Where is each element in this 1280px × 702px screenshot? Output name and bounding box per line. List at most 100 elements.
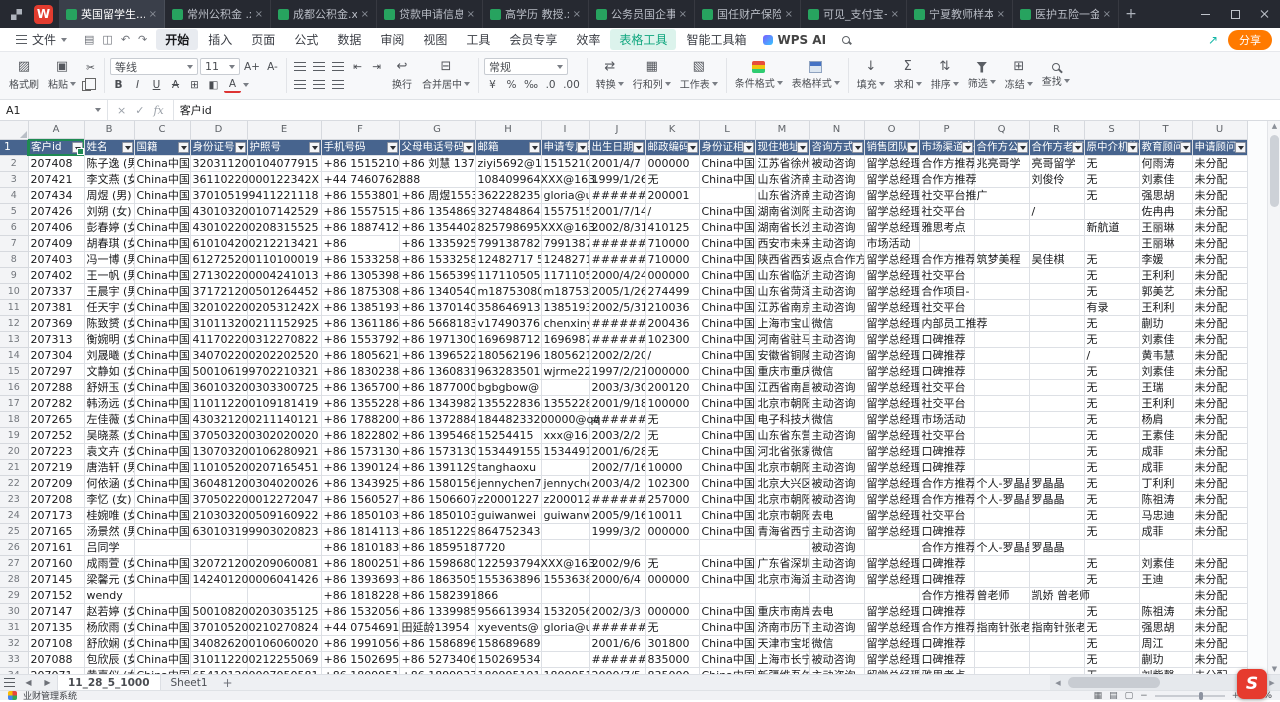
cell[interactable]: 未分配 — [1192, 460, 1247, 476]
filter-dropdown-icon[interactable] — [797, 142, 808, 153]
cell[interactable]: 未分配 — [1192, 524, 1247, 540]
cell[interactable]: 江苏省南京 — [755, 300, 809, 316]
cell[interactable]: 835000 — [645, 652, 699, 668]
cell[interactable]: 207147 — [28, 604, 84, 620]
cell[interactable]: 130703200106280921 — [190, 444, 247, 460]
cell[interactable]: 2001/6/6 — [589, 636, 645, 652]
cell[interactable]: 江西省南昌 — [755, 380, 809, 396]
cell[interactable] — [974, 364, 1029, 380]
cell[interactable]: 340826200106060020 — [190, 636, 247, 652]
cell[interactable]: 罗晶晶 — [1029, 476, 1084, 492]
search-button[interactable] — [834, 33, 858, 47]
cell[interactable]: 山东省东营 — [755, 428, 809, 444]
menu-item[interactable]: 效率 — [567, 29, 609, 50]
cell[interactable]: China中国 — [134, 620, 190, 636]
cell[interactable]: 无 — [1084, 604, 1139, 620]
file-menu-button[interactable]: 文件 — [8, 31, 75, 48]
cell[interactable]: 未分配 — [1192, 316, 1247, 332]
freeze-button[interactable]: ⊞冻结 — [1002, 59, 1036, 92]
cell[interactable] — [974, 300, 1029, 316]
cell[interactable] — [755, 588, 809, 604]
cell[interactable]: / — [1029, 204, 1084, 220]
cell[interactable]: 河南省驻马店 — [755, 332, 809, 348]
row-number[interactable]: 33 — [0, 652, 28, 668]
cell[interactable]: 207402 — [28, 268, 84, 284]
cell[interactable]: 207135 — [28, 620, 84, 636]
fill-button[interactable]: ↓填充 — [854, 59, 888, 92]
menu-item[interactable]: 公式 — [285, 29, 327, 50]
cell[interactable]: +86 1971300890 — [399, 332, 475, 348]
file-tab[interactable]: 可见_支付宝+滴滴...× — [801, 0, 907, 28]
cell[interactable]: 155363896 — [541, 572, 589, 588]
italic-button[interactable]: I — [129, 77, 146, 93]
cell[interactable]: 留学总经理 — [864, 220, 919, 236]
cell[interactable]: 无 — [645, 620, 699, 636]
cell[interactable]: 207304 — [28, 348, 84, 364]
cell[interactable]: ####### — [589, 652, 645, 668]
cell[interactable]: xxx@163.c — [541, 428, 589, 444]
sort-button[interactable]: ⇅排序 — [928, 59, 962, 92]
cell[interactable]: 何依涵 (女 — [84, 476, 134, 492]
cell[interactable]: 留学总经理 — [864, 380, 919, 396]
row-number[interactable]: 28 — [0, 572, 28, 588]
cell[interactable]: China中国 — [134, 316, 190, 332]
cell[interactable]: 成雨萱 (女 — [84, 556, 134, 572]
cell[interactable]: China中国 — [134, 604, 190, 620]
cell[interactable]: +44 7460762888 — [321, 172, 399, 188]
cell[interactable] — [974, 348, 1029, 364]
cell[interactable]: 122593794XXX@163. — [475, 556, 541, 572]
cell[interactable] — [974, 236, 1029, 252]
cell[interactable]: 无 — [1084, 396, 1139, 412]
cell[interactable]: China中国 — [699, 652, 755, 668]
cell[interactable]: 被动咨询 — [809, 476, 864, 492]
cell[interactable]: 无 — [1084, 412, 1139, 428]
cell[interactable]: 207219 — [28, 460, 84, 476]
cell[interactable]: 现住地址 — [755, 139, 809, 156]
cell[interactable] — [645, 540, 699, 556]
cell[interactable] — [541, 652, 589, 668]
cell[interactable]: 630103199903020823 — [190, 524, 247, 540]
cell[interactable]: 韩汤远 (女 — [84, 396, 134, 412]
file-tab[interactable]: 宁夏教师样本.xlsx× — [907, 0, 1013, 28]
close-icon[interactable]: × — [149, 9, 157, 20]
cell[interactable]: 主动咨询 — [809, 460, 864, 476]
cell[interactable] — [1029, 428, 1084, 444]
cell[interactable]: 未分配 — [1192, 396, 1247, 412]
cell[interactable]: China中国 — [134, 252, 190, 268]
cell[interactable]: 410125 — [645, 220, 699, 236]
cell[interactable] — [974, 508, 1029, 524]
cell[interactable]: 360481200304020026 — [190, 476, 247, 492]
cell[interactable]: +86 18501030 — [321, 508, 399, 524]
cell[interactable]: 社交平台推广 — [919, 188, 974, 204]
cell[interactable]: 市场活动 — [864, 236, 919, 252]
cell[interactable]: China中国 — [134, 300, 190, 316]
cell[interactable]: 207421 — [28, 172, 84, 188]
cell[interactable]: China中国 — [134, 188, 190, 204]
cell[interactable] — [1029, 284, 1084, 300]
cell[interactable]: 1696987125 — [541, 332, 589, 348]
cell[interactable]: China中国 — [699, 380, 755, 396]
scroll-left-icon[interactable]: ◀ — [1050, 679, 1066, 687]
cell[interactable]: 王利利 — [1139, 396, 1192, 412]
wps-ai-button[interactable]: WPS AI — [756, 33, 833, 47]
cell[interactable]: 留学总经理 — [864, 316, 919, 332]
cell[interactable]: 微信 — [809, 364, 864, 380]
print-button[interactable]: ◫ — [98, 33, 116, 46]
cell[interactable]: 北京市海淀 — [755, 572, 809, 588]
cell[interactable]: 胡春琪 (女 — [84, 236, 134, 252]
cell[interactable]: 主动咨询 — [809, 220, 864, 236]
align-bottom-button[interactable] — [330, 59, 347, 75]
decrease-indent-button[interactable]: ⇤ — [349, 59, 366, 75]
cell[interactable]: 吴晓蒸 (女 — [84, 428, 134, 444]
cell[interactable] — [1029, 300, 1084, 316]
cell[interactable]: 留学总经理 — [864, 572, 919, 588]
cell[interactable] — [974, 396, 1029, 412]
column-header[interactable]: G — [399, 121, 475, 139]
cell[interactable]: China中国 — [699, 364, 755, 380]
cell[interactable]: 未分配 — [1192, 188, 1247, 204]
sheet-tab[interactable]: 11_28_5_1000 — [57, 675, 161, 690]
cell[interactable]: +86 19910568 — [321, 636, 399, 652]
cell[interactable]: 姓名 — [84, 139, 134, 156]
cell[interactable]: 612725200110100019 — [190, 252, 247, 268]
filter-dropdown-icon[interactable] — [529, 142, 540, 153]
